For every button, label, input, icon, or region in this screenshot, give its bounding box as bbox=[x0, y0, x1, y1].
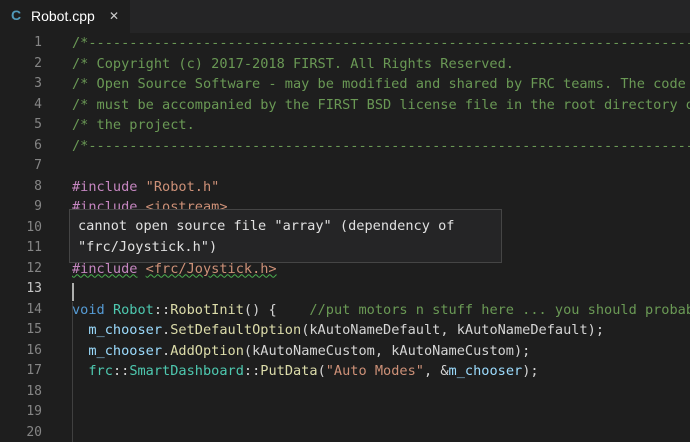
code-punct: ); bbox=[587, 322, 605, 338]
line-number-gutter: 1 2 3 4 5 6 7 8 9 10 11 12 13 14 15 16 1… bbox=[0, 33, 60, 442]
code-line-5: /* the project. bbox=[72, 117, 195, 133]
code-line-3: /* Open Source Software - may be modifie… bbox=[72, 76, 686, 92]
code-line-15: m_chooser.SetDefaultOption(kAutoNameDefa… bbox=[72, 320, 604, 341]
keyword: void bbox=[72, 301, 105, 318]
code-line-8: #include "Robot.h" bbox=[72, 177, 219, 198]
code-line-14: void Robot::RobotInit() { //put motors n… bbox=[72, 300, 690, 321]
code-line-4: /* must be accompanied by the FIRST BSD … bbox=[72, 96, 690, 113]
line-number: 1 bbox=[34, 35, 42, 50]
method-name: PutData bbox=[260, 363, 318, 379]
scope-operator: :: bbox=[243, 363, 261, 379]
method-name: SetDefaultOption bbox=[170, 322, 302, 338]
line-number: 19 bbox=[26, 404, 42, 419]
code-punct: , bbox=[374, 342, 392, 359]
code-line-17: frc::SmartDashboard::PutData("Auto Modes… bbox=[72, 361, 539, 382]
tab-title: Robot.cpp bbox=[31, 8, 95, 24]
line-number: 5 bbox=[34, 117, 42, 132]
line-number: 7 bbox=[34, 158, 42, 173]
tooltip-message: cannot open source file "array" (depende… bbox=[78, 216, 498, 258]
line-number: 3 bbox=[34, 76, 42, 91]
code-editor[interactable]: C Robot.cpp ✕ 1 2 3 4 5 6 7 8 9 10 11 12… bbox=[0, 0, 690, 442]
line-number: 18 bbox=[26, 383, 42, 399]
argument: kAutoNameDefault bbox=[456, 322, 588, 338]
argument: kAutoNameCustom bbox=[252, 342, 375, 359]
line-number: 6 bbox=[34, 137, 42, 153]
include-directive: #include bbox=[72, 178, 138, 195]
method-name: AddOption bbox=[170, 342, 244, 359]
code-line-16: m_chooser.AddOption(kAutoNameCustom, kAu… bbox=[72, 341, 530, 362]
tooltip-line-2: "frc/Joystick.h") bbox=[78, 239, 218, 255]
close-icon[interactable]: ✕ bbox=[106, 7, 122, 25]
inline-comment: //put motors n stuff here ... you should… bbox=[309, 301, 690, 318]
line-number: 9 bbox=[34, 199, 42, 214]
method-name: RobotInit bbox=[170, 301, 244, 318]
variable: m_chooser bbox=[88, 322, 163, 338]
code-punct: , bbox=[440, 322, 457, 338]
line-number: 15 bbox=[26, 322, 42, 337]
variable: m_chooser bbox=[88, 342, 163, 359]
cpp-file-icon: C bbox=[11, 7, 22, 23]
code-line-6: /*--------------------------------------… bbox=[72, 137, 690, 154]
code-punct: ); bbox=[514, 342, 531, 359]
code-punct: ( bbox=[317, 363, 326, 379]
line-number: 12 bbox=[26, 260, 42, 276]
code-punct: . bbox=[162, 322, 171, 338]
class-name: SmartDashboard bbox=[129, 363, 244, 379]
tab-bar: C Robot.cpp ✕ bbox=[0, 0, 690, 33]
namespace: frc bbox=[88, 363, 113, 379]
string-literal: "Auto Modes" bbox=[325, 363, 424, 379]
code-line-1: /*--------------------------------------… bbox=[72, 35, 690, 51]
line-number: 4 bbox=[34, 96, 42, 112]
scope-operator: :: bbox=[153, 301, 171, 318]
class-name: Robot bbox=[112, 301, 154, 318]
text-cursor bbox=[72, 283, 74, 301]
include-file: "Robot.h" bbox=[145, 178, 220, 195]
line-number: 11 bbox=[26, 240, 42, 255]
variable: m_chooser bbox=[448, 363, 523, 379]
line-number-active: 13 bbox=[26, 281, 42, 296]
code-line-2: /* Copyright (c) 2017-2018 FIRST. All Ri… bbox=[72, 55, 514, 72]
line-number: 14 bbox=[26, 301, 42, 317]
tooltip-line-1: cannot open source file "array" (depende… bbox=[78, 218, 455, 234]
line-number: 8 bbox=[34, 178, 42, 194]
code-punct: () { bbox=[243, 301, 310, 318]
line-number: 2 bbox=[34, 55, 42, 71]
code-punct: , & bbox=[423, 363, 449, 379]
line-number: 20 bbox=[26, 424, 42, 440]
line-number: 17 bbox=[26, 363, 42, 378]
scope-operator: :: bbox=[112, 363, 130, 379]
error-hover-tooltip: cannot open source file "array" (depende… bbox=[69, 209, 502, 263]
code-punct: ); bbox=[522, 363, 539, 379]
code-punct: . bbox=[162, 342, 171, 359]
argument: kAutoNameCustom bbox=[391, 342, 514, 359]
line-number: 10 bbox=[26, 219, 42, 235]
argument: kAutoNameDefault bbox=[309, 322, 441, 338]
line-number: 16 bbox=[26, 342, 42, 358]
code-punct: ( bbox=[243, 342, 253, 359]
tab-robot-cpp[interactable]: C Robot.cpp ✕ bbox=[0, 0, 130, 33]
